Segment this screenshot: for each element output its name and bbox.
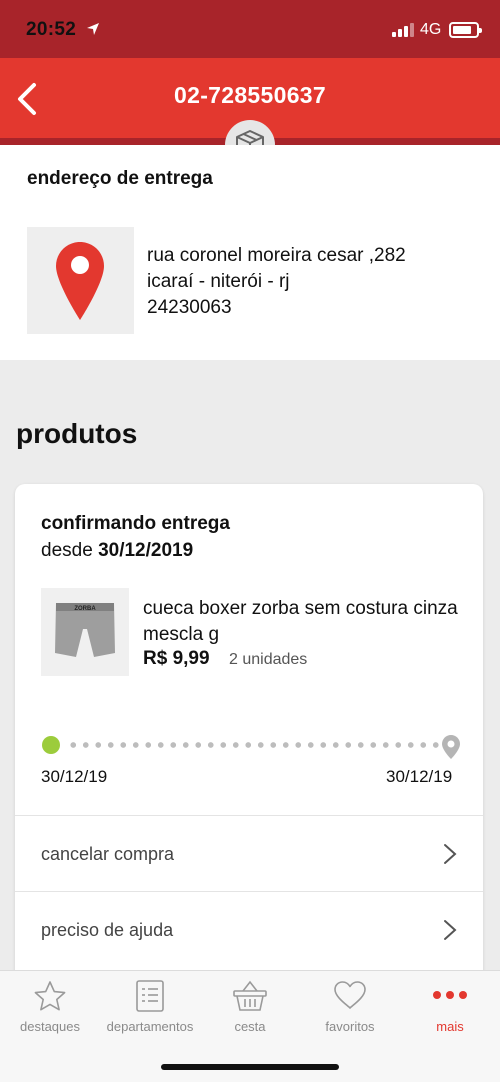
address-line-city: icaraí - niterói - rj <box>147 271 290 292</box>
tab-departamentos[interactable]: departamentos <box>100 970 200 1052</box>
delivery-tracker <box>41 734 463 760</box>
list-icon <box>136 980 164 1012</box>
tab-destaques[interactable]: destaques <box>0 970 100 1052</box>
cancel-purchase-label: cancelar compra <box>41 844 175 864</box>
product-price: R$ 9,99 <box>143 648 210 669</box>
product-name[interactable]: cueca boxer zorba sem costura cinza mesc… <box>143 596 463 648</box>
need-help-button[interactable]: preciso de ajuda <box>15 892 483 968</box>
basket-icon <box>233 980 267 1011</box>
need-help-label: preciso de ajuda <box>41 920 174 940</box>
delivery-status-since: desde 30/12/2019 <box>41 540 193 562</box>
tab-label: departamentos <box>106 1019 194 1034</box>
address-line-zip: 24230063 <box>147 297 232 318</box>
since-label: desde <box>41 540 93 561</box>
tab-cesta[interactable]: cesta <box>200 970 300 1052</box>
location-arrow-icon <box>87 23 99 35</box>
order-number-title: 02-728550637 <box>174 82 326 108</box>
address-text: rua coronel moreira cesar ,282 icaraí - … <box>147 243 406 321</box>
tab-label: favoritos <box>325 1019 375 1034</box>
delivery-status-title: confirmando entrega <box>41 513 230 534</box>
network-type: 4G <box>420 21 442 38</box>
boxer-brief-image: ZORBA <box>55 603 115 657</box>
products-heading: produtos <box>16 418 138 449</box>
tracker-dotted-line <box>67 742 441 748</box>
map-pin-box <box>27 227 134 334</box>
since-date: 30/12/2019 <box>98 540 194 561</box>
chevron-right-icon <box>444 844 457 864</box>
address-line-street: rua coronel moreira cesar ,282 <box>147 245 406 266</box>
tracker-start-date: 30/12/19 <box>41 767 108 786</box>
product-quantity: 2 unidades <box>229 651 308 668</box>
product-brand-text: ZORBA <box>74 606 96 612</box>
chevron-right-icon <box>444 920 457 940</box>
more-dots-icon <box>433 991 467 999</box>
product-image[interactable]: ZORBA <box>41 588 129 676</box>
tab-label: mais <box>436 1019 464 1034</box>
heart-icon <box>334 981 366 1009</box>
star-icon <box>34 981 66 1011</box>
address-heading: endereço de entrega <box>27 168 213 189</box>
cancel-purchase-button[interactable]: cancelar compra <box>15 816 483 892</box>
tab-label: cesta <box>234 1019 266 1034</box>
home-indicator[interactable] <box>161 1064 339 1070</box>
tracker-start-dot <box>42 736 60 754</box>
tab-label: destaques <box>20 1019 80 1034</box>
tracker-end-date: 30/12/19 <box>386 767 453 786</box>
battery-icon <box>449 22 482 38</box>
tab-mais[interactable]: mais <box>400 970 500 1052</box>
destination-pin-icon <box>442 735 460 759</box>
tab-favoritos[interactable]: favoritos <box>300 970 400 1052</box>
map-pin-icon <box>56 242 104 320</box>
signal-icon <box>392 23 414 37</box>
status-time: 20:52 <box>26 19 77 40</box>
